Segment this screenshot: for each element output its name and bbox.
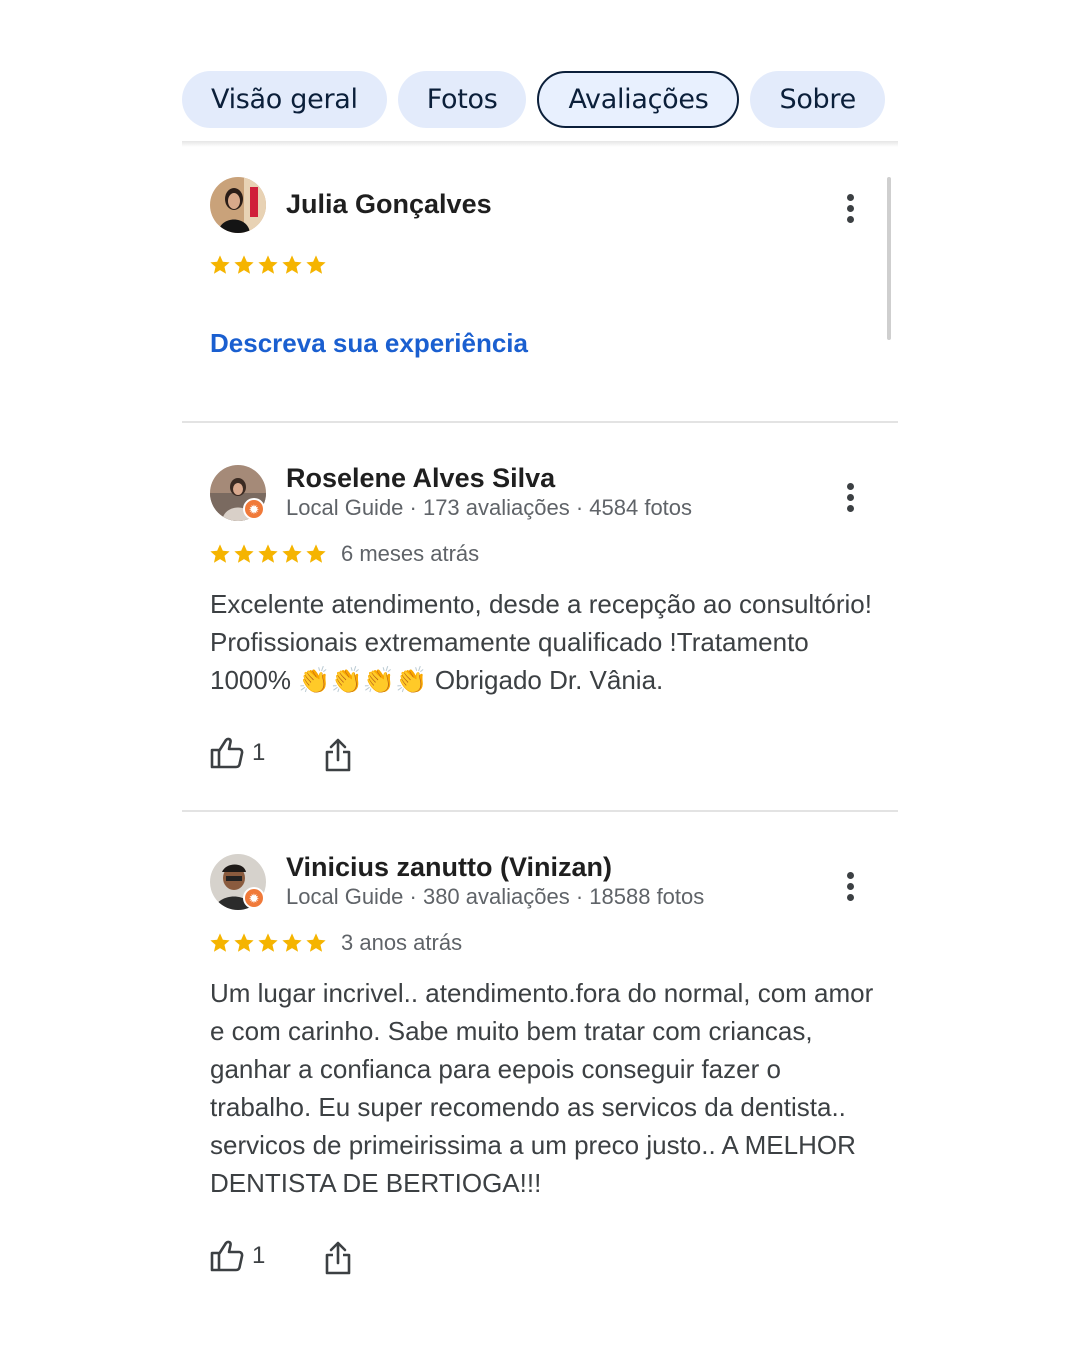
reviewer-name: Julia Gonçalves bbox=[286, 189, 492, 219]
star-icon bbox=[210, 544, 230, 563]
star-icon bbox=[258, 933, 278, 952]
share-icon bbox=[325, 1241, 351, 1275]
star-icon[interactable] bbox=[209, 254, 231, 276]
star-icon[interactable] bbox=[305, 254, 327, 276]
star-icon bbox=[282, 544, 302, 563]
share-button[interactable] bbox=[324, 1241, 352, 1275]
more-options-icon[interactable] bbox=[835, 477, 865, 517]
scrollbar[interactable] bbox=[887, 177, 891, 340]
tab-about[interactable]: Sobre bbox=[750, 71, 885, 128]
thumbs-up-icon bbox=[210, 1240, 244, 1272]
star-icon[interactable] bbox=[233, 254, 255, 276]
like-count: 1 bbox=[252, 739, 266, 766]
star-icon[interactable] bbox=[257, 254, 279, 276]
star-icon bbox=[210, 933, 230, 952]
local-guide-badge-icon bbox=[243, 887, 265, 910]
divider bbox=[182, 810, 898, 812]
share-button[interactable] bbox=[324, 738, 352, 772]
tab-reviews[interactable]: Avaliações bbox=[537, 71, 740, 128]
tab-bar-shadow bbox=[182, 141, 898, 147]
reviewer-name[interactable]: Roselene Alves Silva bbox=[286, 463, 555, 494]
like-button[interactable]: 1 bbox=[210, 737, 265, 769]
star-icon[interactable] bbox=[281, 254, 303, 276]
local-guide-badge-icon bbox=[243, 498, 265, 521]
review-time: 3 anos atrás bbox=[341, 930, 463, 955]
tab-overview[interactable]: Visão geral bbox=[182, 71, 387, 128]
review-text: Um lugar incrivel.. atendimento.fora do … bbox=[210, 978, 874, 1198]
describe-experience-link[interactable]: Descreva sua experiência bbox=[210, 328, 528, 359]
star-icon bbox=[258, 544, 278, 563]
tab-photos[interactable]: Fotos bbox=[397, 71, 527, 128]
star-icon bbox=[234, 933, 254, 952]
like-count: 1 bbox=[252, 1242, 266, 1269]
review-text: Excelente atendimento, desde a recepção … bbox=[210, 585, 880, 699]
rating-input[interactable] bbox=[209, 254, 327, 276]
clapping-hands-emoji: 👏👏👏👏 bbox=[298, 665, 428, 695]
share-icon bbox=[325, 738, 351, 772]
thumbs-up-icon bbox=[210, 737, 244, 769]
reviewer-meta: Local Guide · 380 avaliações · 18588 fot… bbox=[286, 884, 705, 909]
like-button[interactable]: 1 bbox=[210, 1240, 265, 1272]
star-icon bbox=[234, 544, 254, 563]
reviewer-meta: Local Guide · 173 avaliações · 4584 foto… bbox=[286, 495, 693, 520]
tab-bar: Visão geral Fotos Avaliações Sobre bbox=[182, 71, 885, 128]
star-icon bbox=[282, 933, 302, 952]
star-icon bbox=[306, 933, 326, 952]
star-icon bbox=[306, 544, 326, 563]
more-options-icon[interactable] bbox=[835, 866, 865, 906]
divider bbox=[182, 421, 898, 423]
reviewer-name[interactable]: Vinicius zanutto (Vinizan) bbox=[286, 852, 612, 883]
review-text-part: Obrigado Dr. Vânia. bbox=[427, 665, 664, 695]
more-options-icon[interactable] bbox=[835, 188, 865, 228]
avatar bbox=[210, 177, 266, 233]
star-rating bbox=[209, 932, 327, 954]
review-time: 6 meses atrás bbox=[341, 541, 480, 566]
star-rating bbox=[209, 543, 327, 565]
